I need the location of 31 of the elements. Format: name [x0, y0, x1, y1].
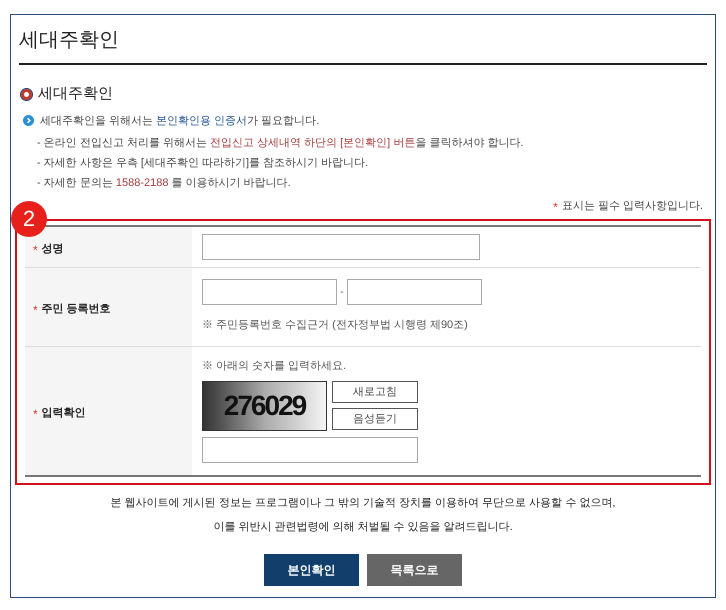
- disclaimer-text: 이를 위반시 관련법령에 의해 처벌될 수 있음을 알려드립니다.: [213, 520, 513, 535]
- ring-icon: [21, 88, 32, 100]
- required-mark: *: [33, 406, 38, 422]
- input-field[interactable]: [202, 234, 480, 260]
- note-text: - 온라인 전입신고 처리를 위해서는 전입신고 상세내역 하단의 [본인확인] 버튼을 클릭하셔야 합니다.: [37, 136, 524, 150]
- hint-text: ※ 주민등록번호 수집근거 (전자정부법 시행령 제90조): [202, 318, 469, 334]
- required-mark: *: [33, 242, 38, 258]
- note-text: - 자세한 사항은 우측 [세대주확인 따라하기]를 참조하시기 바랍니다.: [37, 156, 370, 170]
- hint-text: ※ 아래의 숫자를 입력하세요.: [202, 359, 348, 374]
- input-field[interactable]: [202, 279, 337, 306]
- captcha-button[interactable]: 새로고침: [332, 380, 418, 403]
- input-field[interactable]: [202, 436, 418, 463]
- field-label: 성명: [42, 242, 64, 258]
- captcha-button[interactable]: 음성듣기: [332, 408, 418, 430]
- required-mark: *: [553, 198, 558, 216]
- page-title: 세대주확인: [19, 28, 120, 53]
- required-mark: *: [33, 302, 38, 318]
- separator: -: [340, 285, 344, 300]
- required-note: 표시는 필수 입력사항입니다.: [562, 199, 703, 214]
- field-label: 주민 등록번호: [42, 302, 111, 318]
- section-title: 세대주확인: [38, 84, 113, 104]
- list-button[interactable]: 목록으로: [367, 554, 462, 586]
- captcha-image: 276029: [202, 380, 327, 431]
- step-badge: 2: [11, 200, 47, 236]
- input-field[interactable]: [346, 279, 482, 306]
- confirm-button[interactable]: 본인확인: [264, 554, 359, 586]
- note-text: - 자세한 문의는 1588-2188 를 이용하시기 바랍니다.: [37, 176, 292, 190]
- chevron-icon: [23, 115, 34, 126]
- field-label: 입력확인: [42, 406, 86, 422]
- disclaimer-text: 본 웹사이트에 게시된 정보는 프로그램이나 그 밖의 기술적 장치를 이용하여 무단으로 사용할 수 없으며,: [110, 496, 616, 510]
- intro-text: 세대주확인을 위해서는 본인확인용 인증서가 필요합니다.: [40, 114, 320, 128]
